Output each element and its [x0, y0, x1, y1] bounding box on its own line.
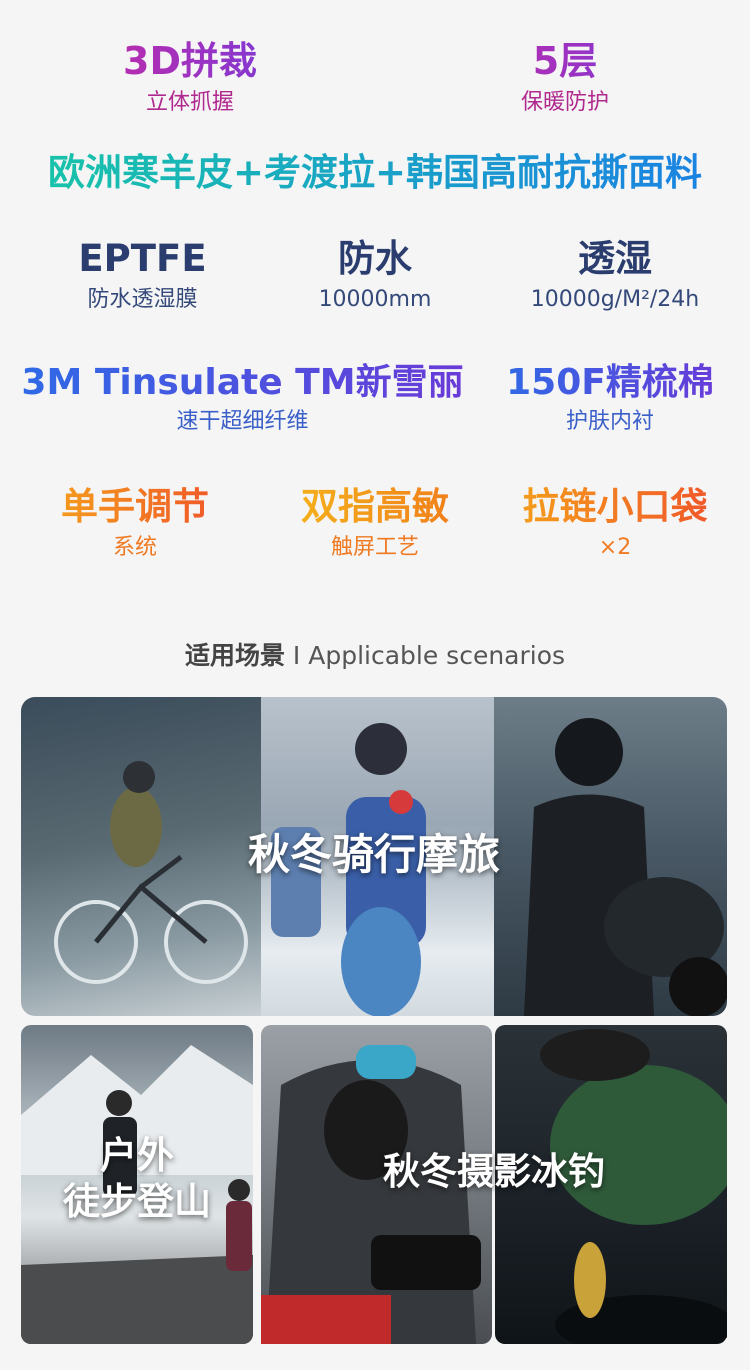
feature-title: 5层 [465, 39, 665, 84]
feature-subtitle: ×2 [598, 534, 632, 560]
feature-subtitle: 10000g/M²/24h [530, 286, 700, 312]
scenario-hiking-line1: 户外 [100, 1134, 174, 1177]
feature-touchscreen: 双指高敏 触屏工艺 [280, 485, 470, 561]
feature-subtitle: 立体抓握 [145, 89, 234, 115]
scenario-hiking-line2: 徒步登山 [63, 1180, 211, 1224]
feature-title: 3M Tinsulate TM新雪丽 [15, 362, 470, 403]
product-feature-page: 3D拼裁 立体抓握 5层 保暖防护 欧洲寒羊皮+考渡拉+韩国高耐抗撕面料 EPT… [0, 0, 750, 1370]
feature-title: 双指高敏 [280, 485, 470, 529]
feature-subtitle: 保暖防护 [520, 89, 609, 115]
scenario-hiking-panel: 户外 徒步登山 [21, 1025, 253, 1344]
scenarios-title-sep: I [284, 641, 309, 670]
material-line: 欧洲寒羊皮+考渡拉+韩国高耐抗撕面料 [0, 151, 750, 195]
scenarios-heading: 适用场景 I Applicable scenarios [0, 636, 750, 672]
scenario-riding-panel: 秋冬骑行摩旅 [21, 697, 727, 1016]
feature-eptfe: EPTFE 防水透湿膜 [40, 237, 245, 313]
scenario-riding-caption: 秋冬骑行摩旅 [247, 830, 500, 879]
scenario-photo-fishing-panel: 秋冬摄影冰钓 [261, 1025, 727, 1344]
feature-combed-cotton: 150F精梳棉 护肤内衬 [495, 362, 725, 436]
feature-3d-cut: 3D拼裁 立体抓握 [90, 39, 290, 116]
material-text: 欧洲寒羊皮+考渡拉+韩国高耐抗撕面料 [0, 151, 750, 195]
feature-title: 单手调节 [40, 485, 230, 529]
feature-zip-pocket: 拉链小口袋 ×2 [505, 485, 725, 561]
feature-subtitle: 护肤内衬 [565, 409, 654, 435]
feature-one-hand-adjust: 单手调节 系统 [40, 485, 230, 561]
feature-title: 透湿 [578, 237, 652, 280]
feature-breathable: 透湿 10000g/M²/24h [495, 237, 735, 313]
feature-title: 3D拼裁 [90, 39, 290, 84]
scenarios-title-en: Applicable scenarios [308, 641, 566, 670]
feature-title: 150F精梳棉 [495, 362, 725, 403]
scenarios-title-cn: 适用场景 [184, 641, 285, 670]
scenario-photo-fishing-caption: 秋冬摄影冰钓 [383, 1150, 605, 1193]
scenario-hiking-caption: 户外 徒步登山 [21, 1133, 253, 1226]
feature-subtitle: 系统 [112, 534, 157, 560]
feature-title: 防水 [338, 237, 412, 280]
feature-subtitle: 10000mm [318, 286, 432, 312]
feature-title: 拉链小口袋 [505, 485, 725, 529]
feature-subtitle: 防水透湿膜 [87, 286, 198, 312]
feature-thinsulate: 3M Tinsulate TM新雪丽 速干超细纤维 [15, 362, 470, 436]
feature-title: EPTFE [78, 237, 207, 280]
feature-subtitle: 速干超细纤维 [176, 409, 309, 435]
feature-5-layers: 5层 保暖防护 [465, 39, 665, 116]
feature-waterproof: 防水 10000mm [275, 237, 475, 313]
feature-subtitle: 触屏工艺 [330, 534, 419, 560]
